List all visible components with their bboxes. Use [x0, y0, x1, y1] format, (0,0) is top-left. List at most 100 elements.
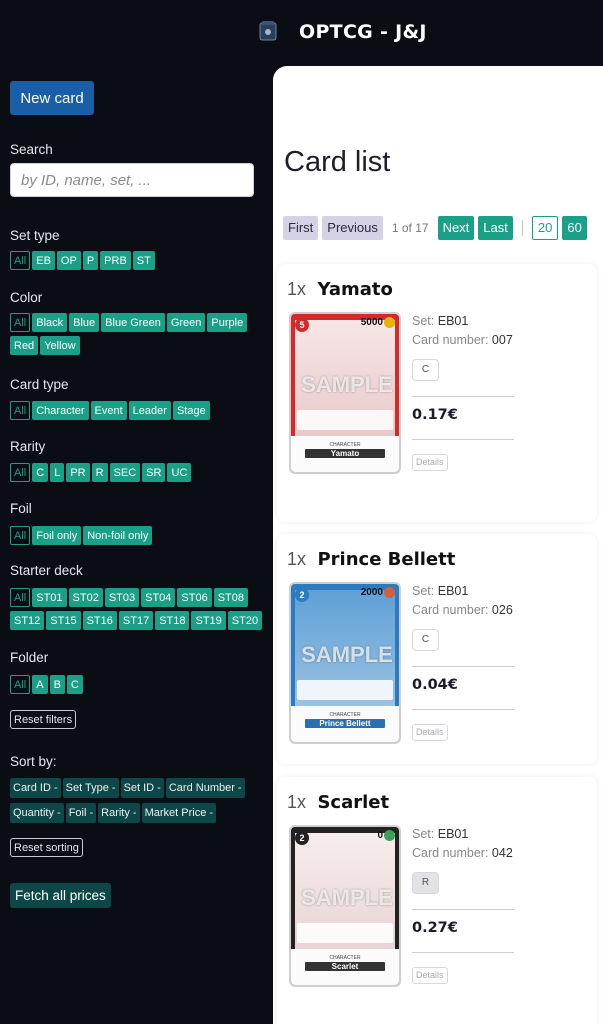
- chip-character[interactable]: Character: [32, 401, 89, 420]
- new-card-button[interactable]: New card: [10, 81, 94, 115]
- chip-st20[interactable]: ST20: [227, 611, 263, 630]
- rarity-badge: C: [412, 629, 439, 651]
- next-page-button[interactable]: Next: [437, 216, 475, 240]
- rarity-filter: All C L PR R SEC SR UC: [10, 463, 270, 482]
- card-name: Prince Bellett: [317, 549, 456, 570]
- card-set: Set: EB01: [412, 314, 469, 328]
- sort-rarity-button[interactable]: Rarity -: [98, 803, 140, 823]
- chip-st08[interactable]: ST08: [213, 588, 249, 607]
- chip-st[interactable]: ST: [132, 251, 155, 270]
- filter-label-card-type: Card type: [10, 377, 69, 392]
- card-name-bar: CHARACTER Scarlet: [291, 949, 399, 985]
- sort-label: Sort by:: [10, 754, 57, 769]
- chip-all[interactable]: All: [10, 463, 31, 482]
- divider: [412, 909, 514, 910]
- divider: [412, 396, 514, 397]
- previous-page-button[interactable]: Previous: [322, 216, 383, 240]
- reset-filters-button[interactable]: Reset filters: [10, 710, 77, 729]
- chip-all[interactable]: All: [10, 401, 31, 420]
- color-filter: All Black Blue Blue Green Green Purple R…: [10, 313, 270, 355]
- chip-l[interactable]: L: [50, 463, 65, 482]
- chip-st17[interactable]: ST17: [118, 611, 154, 630]
- chip-sec[interactable]: SEC: [109, 463, 141, 482]
- card-type-filter: All Character Event Leader Stage: [10, 401, 270, 420]
- chip-folder-b[interactable]: B: [49, 675, 65, 694]
- chip-red[interactable]: Red: [10, 336, 39, 355]
- chip-all[interactable]: All: [10, 313, 31, 332]
- sort-card-id-button[interactable]: Card ID -: [10, 778, 61, 798]
- chip-foil-only[interactable]: Foil only: [32, 526, 82, 545]
- card-info: Set: EB01 Card number: 026: [412, 582, 532, 620]
- chip-eb[interactable]: EB: [32, 251, 55, 270]
- cost-badge: 2: [295, 588, 309, 602]
- sort-foil-button[interactable]: Foil -: [65, 803, 97, 823]
- details-button[interactable]: Details: [412, 724, 448, 741]
- cost-badge: 2: [295, 831, 309, 845]
- chip-folder-c[interactable]: C: [66, 675, 83, 694]
- chip-st19[interactable]: ST19: [191, 611, 226, 630]
- sort-row-1: Card ID - Set Type - Set ID - Card Numbe…: [10, 778, 245, 798]
- details-button[interactable]: Details: [412, 967, 448, 984]
- card-title: 1x Yamato: [287, 279, 393, 300]
- chip-all[interactable]: All: [10, 251, 31, 270]
- chip-folder-a[interactable]: A: [32, 675, 48, 694]
- chip-st03[interactable]: ST03: [104, 588, 140, 607]
- set-type-filter: All EB OP P PRB ST: [10, 251, 270, 270]
- page-size-20-button[interactable]: 20: [531, 216, 559, 240]
- card-name-bar: CHARACTER Prince Bellett: [291, 706, 399, 742]
- first-page-button[interactable]: First: [283, 216, 319, 240]
- chip-all[interactable]: All: [10, 526, 31, 545]
- chip-st12[interactable]: ST12: [10, 611, 45, 630]
- chip-all[interactable]: All: [10, 675, 31, 694]
- card-quantity: 1x: [287, 549, 307, 569]
- card-power: 5000: [360, 317, 383, 328]
- card-price: 0.04€: [412, 677, 458, 693]
- attribute-icon: [384, 830, 395, 841]
- chip-prb[interactable]: PRB: [100, 251, 131, 270]
- chip-st01[interactable]: ST01: [32, 588, 67, 607]
- chip-st06[interactable]: ST06: [177, 588, 212, 607]
- chip-r[interactable]: R: [91, 463, 108, 482]
- sort-set-type-button[interactable]: Set Type -: [62, 778, 119, 798]
- search-input[interactable]: [10, 163, 254, 197]
- details-button[interactable]: Details: [412, 454, 448, 471]
- chip-green[interactable]: Green: [166, 313, 206, 332]
- chip-st18[interactable]: ST18: [155, 611, 190, 630]
- sort-market-price-button[interactable]: Market Price -: [141, 803, 217, 823]
- chip-st04[interactable]: ST04: [141, 588, 176, 607]
- starter-deck-filter: All ST01 ST02 ST03 ST04 ST06 ST08 ST12 S…: [10, 588, 270, 630]
- chip-purple[interactable]: Purple: [207, 313, 248, 332]
- chip-black[interactable]: Black: [32, 313, 68, 332]
- chip-blue[interactable]: Blue: [69, 313, 100, 332]
- card-printed-name: Prince Bellett: [305, 719, 385, 728]
- chip-stage[interactable]: Stage: [172, 401, 210, 420]
- chip-op[interactable]: OP: [56, 251, 81, 270]
- chip-st16[interactable]: ST16: [82, 611, 117, 630]
- chip-all[interactable]: All: [10, 588, 31, 607]
- chip-event[interactable]: Event: [90, 401, 127, 420]
- chip-uc[interactable]: UC: [167, 463, 192, 482]
- card-price: 0.27€: [412, 920, 458, 936]
- last-page-button[interactable]: Last: [478, 216, 513, 240]
- main-panel: Card list First Previous 1 of 17 Next La…: [273, 66, 603, 1024]
- reset-sorting-button[interactable]: Reset sorting: [10, 838, 83, 857]
- chip-st15[interactable]: ST15: [46, 611, 81, 630]
- chip-non-foil-only[interactable]: Non-foil only: [83, 526, 153, 545]
- sort-quantity-button[interactable]: Quantity -: [10, 803, 64, 823]
- card-effect-box: [297, 680, 393, 700]
- chip-yellow[interactable]: Yellow: [40, 336, 80, 355]
- chip-leader[interactable]: Leader: [128, 401, 171, 420]
- chip-c[interactable]: C: [32, 463, 49, 482]
- divider: [412, 709, 514, 710]
- chip-p[interactable]: P: [82, 251, 99, 270]
- sort-set-id-button[interactable]: Set ID -: [120, 778, 164, 798]
- chip-pr[interactable]: PR: [66, 463, 90, 482]
- chip-sr[interactable]: SR: [142, 463, 166, 482]
- chip-blue-green[interactable]: Blue Green: [101, 313, 165, 332]
- rarity-badge: R: [412, 872, 439, 894]
- card-quantity: 1x: [287, 792, 307, 812]
- sort-card-number-button[interactable]: Card Number -: [165, 778, 245, 798]
- fetch-all-prices-button[interactable]: Fetch all prices: [10, 883, 111, 908]
- chip-st02[interactable]: ST02: [68, 588, 103, 607]
- page-size-60-button[interactable]: 60: [562, 216, 587, 240]
